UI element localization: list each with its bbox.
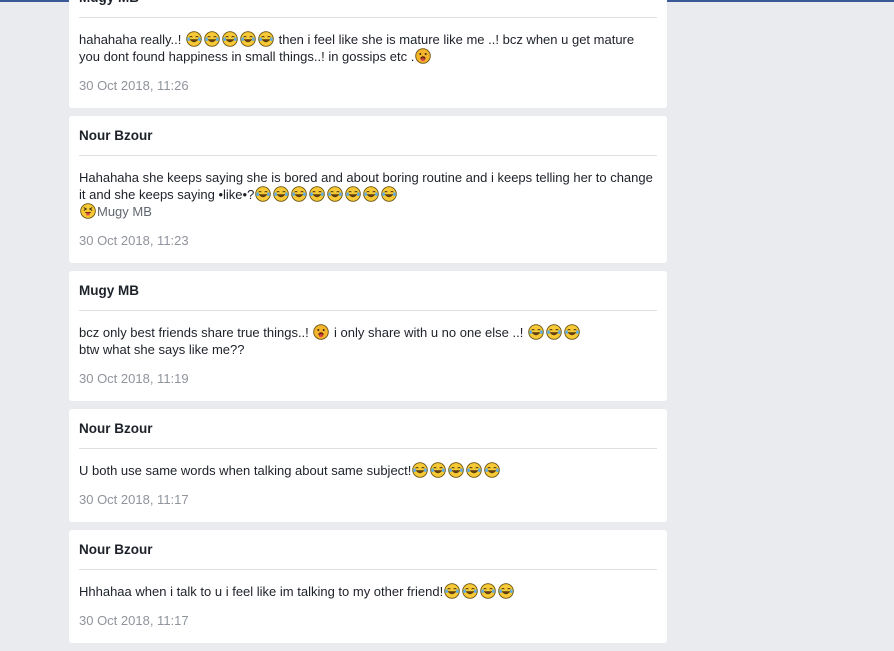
message-text: i only share with u no one else ..! [330,325,527,340]
laughing-tears-emoji-icon [564,324,580,340]
message-timestamp: 30 Oct 2018, 11:19 [79,371,189,386]
message-line: bcz only best friends share true things.… [79,324,657,341]
laughing-tears-emoji-icon [412,462,429,478]
message-text: bcz only best friends share true things.… [79,325,313,340]
laughing-tears-emoji-icon [363,186,380,202]
laughing-tears-emoji-icon [186,31,202,47]
laughing-tears-emoji-icon [462,583,478,599]
message-text: then i feel like she is mature like me .… [275,32,635,47]
laughing-tears-emoji-icon [381,186,398,202]
message-text: btw what she says like me?? [79,342,245,357]
message-author[interactable]: Mugy MB [79,0,657,18]
message-line: U both use same words when talking about… [79,462,657,479]
squinting-tongue-emoji-icon [80,203,96,219]
laughing-tears-emoji-icon [546,324,562,340]
message-timestamp: 30 Oct 2018, 11:23 [79,233,189,248]
laughing-tears-emoji-icon [240,31,256,47]
message-body: Hahahaha she keeps saying she is bored a… [79,156,657,220]
message-text: hahahaha really..! [79,32,185,47]
message-line: Mugy MB [79,203,657,220]
message-timestamp: 30 Oct 2018, 11:26 [79,78,189,93]
message-timestamp: 30 Oct 2018, 11:17 [79,492,189,507]
tongue-out-emoji-icon [313,324,330,340]
message-card: Mugy MB hahahaha really..! then i feel li… [69,0,667,108]
message-card: Nour Bzour Hahahaha she keeps saying she … [69,116,667,263]
message-body: U both use same words when talking about… [79,449,657,479]
laughing-tears-emoji-icon [528,324,544,340]
laughing-tears-emoji-icon [291,186,308,202]
laughing-tears-emoji-icon [448,462,465,478]
message-line: you dont found happiness in small things… [79,48,657,65]
message-card: Nour Bzour U both use same words when tal… [69,409,667,522]
mention-link[interactable]: Mugy MB [97,204,152,219]
message-line: Hhhahaa when i talk to u i feel like im … [79,583,657,600]
laughing-tears-emoji-icon [309,186,326,202]
laughing-tears-emoji-icon [480,583,496,599]
laughing-tears-emoji-icon [255,186,272,202]
laughing-tears-emoji-icon [444,583,460,599]
message-author[interactable]: Nour Bzour [79,530,657,570]
message-line: btw what she says like me?? [79,341,657,358]
laughing-tears-emoji-icon [222,31,238,47]
laughing-tears-emoji-icon [204,31,220,47]
message-text: Hhhahaa when i talk to u i feel like im … [79,584,444,599]
message-line: it and she keeps saying •like•? [79,186,657,203]
message-author[interactable]: Nour Bzour [79,409,657,449]
message-text: Hahahaha she keeps saying she is bored a… [79,170,653,185]
laughing-tears-emoji-icon [273,186,290,202]
message-card: Mugy MB bcz only best friends share true … [69,271,667,401]
laughing-tears-emoji-icon [466,462,483,478]
message-text: you dont found happiness in small things… [79,49,415,64]
tongue-out-emoji-icon [415,48,432,64]
message-feed: Mugy MB hahahaha really..! then i feel li… [69,0,667,651]
message-timestamp: 30 Oct 2018, 11:17 [79,613,189,628]
message-author[interactable]: Mugy MB [79,271,657,311]
message-text: U both use same words when talking about… [79,463,412,478]
laughing-tears-emoji-icon [430,462,447,478]
message-body: Hhhahaa when i talk to u i feel like im … [79,570,657,600]
laughing-tears-emoji-icon [498,583,514,599]
message-author[interactable]: Nour Bzour [79,116,657,156]
laughing-tears-emoji-icon [484,462,501,478]
message-line: hahahaha really..! then i feel like she … [79,31,657,48]
message-body: bcz only best friends share true things.… [79,311,657,358]
laughing-tears-emoji-icon [345,186,362,202]
laughing-tears-emoji-icon [327,186,344,202]
message-card: Nour Bzour Hhhahaa when i talk to u i fee… [69,530,667,643]
message-body: hahahaha really..! then i feel like she … [79,18,657,65]
message-text: it and she keeps saying •like•? [79,187,255,202]
message-line: Hahahaha she keeps saying she is bored a… [79,169,657,186]
laughing-tears-emoji-icon [258,31,274,47]
